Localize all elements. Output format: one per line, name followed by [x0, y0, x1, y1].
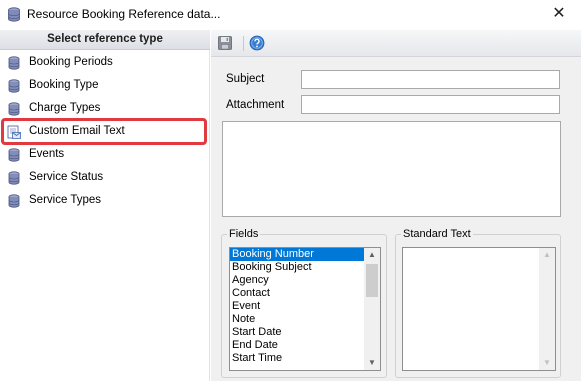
- database-icon: [8, 79, 20, 93]
- database-icon: [8, 194, 20, 208]
- nav-item-custom-email-text[interactable]: Custom Email Text: [0, 118, 210, 145]
- email-text-editor: Subject Attachment Fields Booking Number…: [211, 30, 581, 381]
- nav-item-service-types[interactable]: Service Types: [0, 190, 210, 212]
- field-list-item[interactable]: Start Date: [230, 326, 380, 339]
- save-icon[interactable]: [217, 35, 233, 51]
- database-icon: [8, 102, 20, 116]
- field-list-item[interactable]: Event: [230, 300, 380, 313]
- reference-type-panel: Select reference type Booking Periods Bo…: [0, 30, 210, 381]
- scroll-down-arrow-icon: ▼: [543, 358, 551, 367]
- title-bar: Resource Booking Reference data... ✕: [0, 0, 581, 30]
- database-icon: [8, 148, 20, 162]
- scroll-thumb[interactable]: [366, 264, 378, 297]
- nav-item-events[interactable]: Events: [0, 144, 210, 166]
- nav-item-label: Booking Type: [29, 79, 99, 91]
- attachment-label: Attachment: [226, 99, 285, 111]
- nav-item-booking-type[interactable]: Booking Type: [0, 75, 210, 97]
- nav-item-booking-periods[interactable]: Booking Periods: [0, 52, 210, 74]
- close-button[interactable]: ✕: [542, 3, 576, 27]
- window-title: Resource Booking Reference data...: [27, 7, 221, 21]
- toolbar-separator: [243, 36, 244, 51]
- scroll-up-arrow-icon: ▲: [543, 250, 551, 259]
- field-list-item[interactable]: Contact: [230, 287, 380, 300]
- attachment-input[interactable]: [301, 95, 560, 114]
- subject-input[interactable]: [301, 70, 560, 89]
- toolbar: [211, 30, 581, 57]
- nav-item-label: Booking Periods: [29, 56, 113, 68]
- nav-item-label: Custom Email Text: [29, 125, 125, 137]
- standard-text-scrollbar: ▲ ▼: [539, 248, 555, 370]
- field-list-item[interactable]: Booking Number: [230, 248, 380, 261]
- email-body-textarea[interactable]: [222, 121, 561, 217]
- fields-scrollbar[interactable]: ▲ ▼: [364, 248, 380, 370]
- scroll-down-arrow-icon[interactable]: ▼: [364, 356, 380, 370]
- standard-text-group-title: Standard Text: [401, 228, 473, 240]
- fields-list: Booking Number Booking Subject Agency Conta…: [230, 248, 380, 365]
- fields-listbox[interactable]: Booking Number Booking Subject Agency Conta…: [229, 247, 381, 371]
- field-list-item[interactable]: Note: [230, 313, 380, 326]
- field-list-item[interactable]: Start Time: [230, 352, 380, 365]
- nav-item-label: Events: [29, 148, 65, 160]
- close-icon: ✕: [552, 5, 566, 22]
- standard-text-listbox[interactable]: ▲ ▼: [402, 247, 556, 371]
- nav-item-label: Charge Types: [29, 102, 101, 114]
- nav-item-charge-types[interactable]: Charge Types: [0, 98, 210, 120]
- nav-item-label: Service Status: [29, 171, 104, 183]
- database-icon: [8, 56, 20, 70]
- scroll-up-arrow-icon[interactable]: ▲: [364, 248, 380, 262]
- fields-group-title: Fields: [227, 228, 261, 240]
- nav-item-label: Service Types: [29, 194, 102, 206]
- email-template-icon: [7, 125, 21, 139]
- subject-label: Subject: [226, 73, 265, 85]
- database-icon: [8, 7, 20, 22]
- fields-group: Fields Booking Number Booking Subject Agen…: [221, 228, 387, 378]
- database-icon: [8, 171, 20, 185]
- field-list-item[interactable]: Booking Subject: [230, 261, 380, 274]
- reference-type-header: Select reference type: [0, 30, 210, 50]
- standard-text-group: Standard Text ▲ ▼: [395, 228, 561, 378]
- field-list-item[interactable]: Agency: [230, 274, 380, 287]
- field-list-item[interactable]: End Date: [230, 339, 380, 352]
- help-icon[interactable]: [249, 35, 265, 51]
- nav-item-service-status[interactable]: Service Status: [0, 167, 210, 189]
